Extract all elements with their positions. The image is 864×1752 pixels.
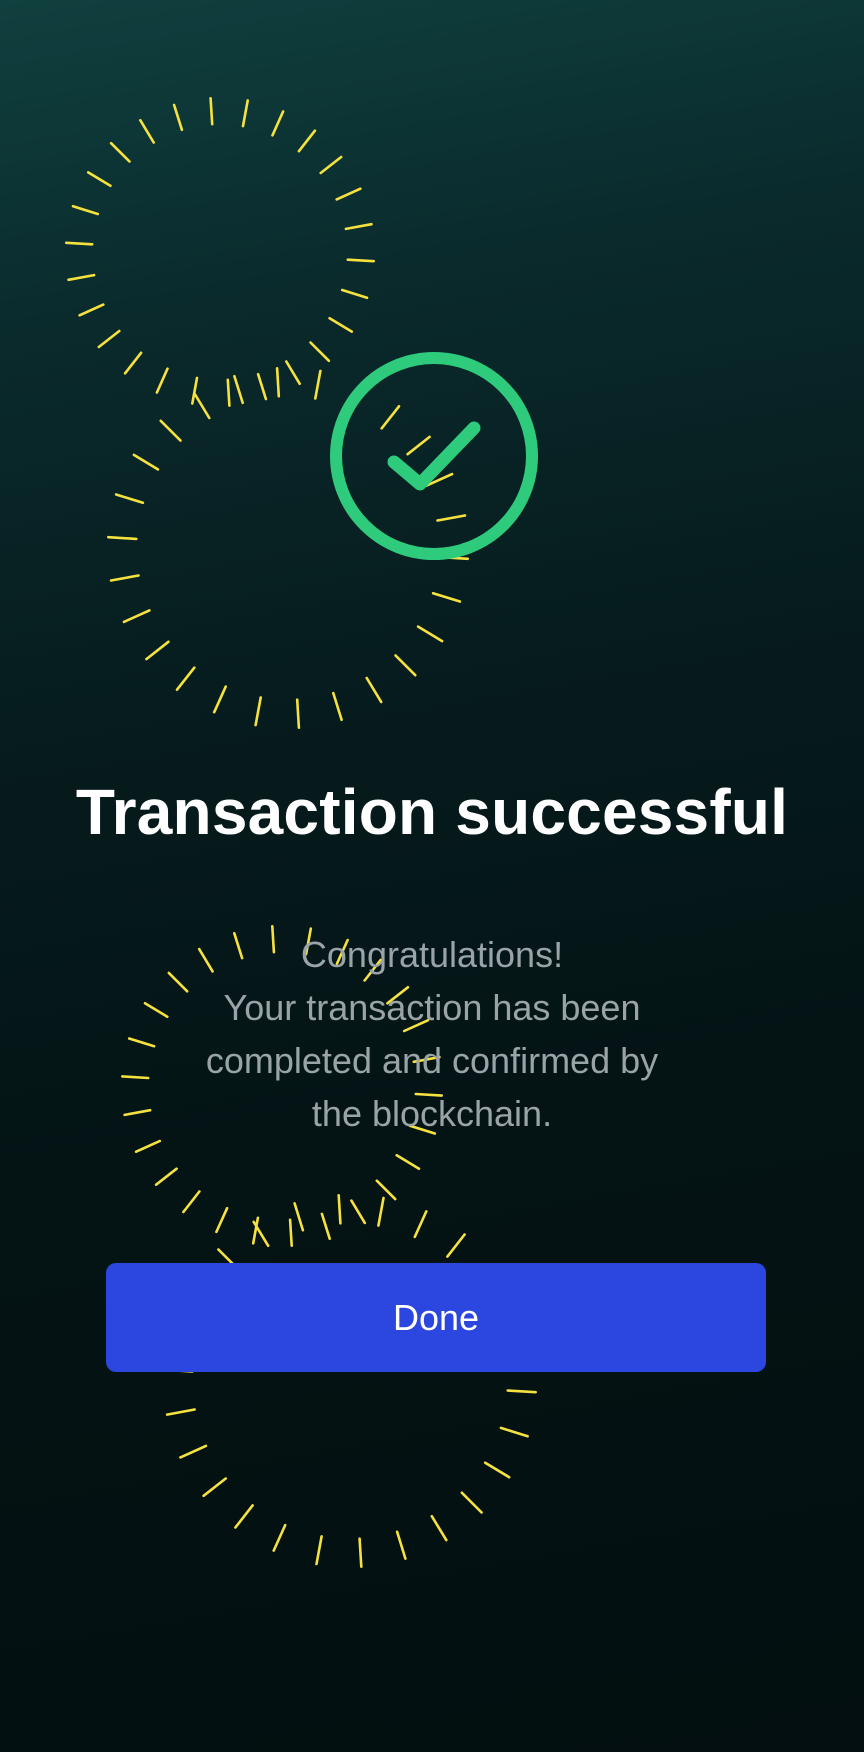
confetti-streak: [331, 691, 343, 722]
confetti-streak: [315, 1535, 323, 1566]
confetti-streak: [446, 1233, 466, 1258]
confetti-streak: [344, 222, 373, 231]
confetti-streak: [272, 1523, 287, 1552]
confetti-streak: [67, 273, 96, 282]
confetti-streak: [134, 1139, 162, 1153]
confetti-streak: [275, 366, 281, 398]
confetti-streak: [139, 118, 155, 144]
confetti-streak: [159, 419, 182, 442]
confetti-burst-icon: [65, 97, 538, 1568]
confetti-streak: [132, 453, 160, 471]
confetti-streak: [337, 1194, 342, 1225]
confetti-streak: [319, 155, 343, 175]
confetti-streak: [122, 609, 151, 624]
confetti-streak: [358, 1537, 363, 1568]
confetti-streak: [430, 1514, 448, 1542]
confetti-streak: [175, 666, 196, 692]
confetti-streak: [78, 303, 105, 317]
confetti-streak: [377, 1196, 385, 1227]
confetti-streak: [340, 288, 369, 300]
confetti-streak: [251, 1216, 260, 1245]
message-line: Your transaction has been: [223, 987, 641, 1028]
confetti-streak: [109, 141, 131, 163]
success-message: Congratulations! Your transaction has be…: [140, 928, 724, 1140]
check-circle-icon: [330, 352, 538, 560]
confetti-streak: [179, 1444, 208, 1459]
confetti-streak: [375, 1179, 397, 1201]
confetti-streak: [234, 1504, 254, 1529]
confetti-streak: [254, 696, 263, 727]
confetti-streak: [320, 1212, 332, 1240]
confetti-streak: [284, 360, 302, 386]
confetti-streak: [346, 258, 376, 263]
confetti-streak: [328, 316, 354, 333]
confetti-streak: [350, 1199, 367, 1225]
confetti-streak: [460, 1491, 483, 1514]
confetti-streak: [394, 654, 417, 677]
confetti-streak: [416, 625, 444, 643]
confetti-streak: [313, 369, 322, 400]
confetti-streak: [288, 1218, 294, 1247]
confetti-streak: [365, 676, 383, 704]
confetti-streak: [252, 1220, 270, 1248]
confetti-streak: [155, 367, 169, 394]
confetti-streak: [123, 351, 143, 375]
confetti-streak: [182, 1190, 201, 1214]
confetti-streak: [226, 378, 231, 408]
confetti-streak: [233, 374, 244, 405]
confetti-streak: [483, 1461, 511, 1479]
confetti-streak: [499, 1426, 529, 1438]
confetti-streak: [193, 392, 211, 420]
confetti-streak: [107, 535, 138, 541]
confetti-streak: [413, 1210, 428, 1239]
confetti-streak: [86, 171, 112, 188]
confetti-streak: [109, 574, 140, 582]
confetti-streak: [297, 129, 317, 153]
confetti-streak: [431, 591, 462, 603]
confetti-streak: [215, 1206, 229, 1234]
confetti-streak: [395, 1530, 407, 1560]
message-line: the blockchain.: [311, 1093, 553, 1134]
confetti-streak: [172, 103, 184, 132]
message-line: completed and confirmed by: [205, 1040, 659, 1081]
confetti-streak: [295, 698, 301, 730]
confetti-streak: [256, 372, 268, 401]
confetti-streak: [293, 1202, 305, 1232]
confetti-streak: [241, 99, 249, 128]
confetti-streak: [271, 110, 285, 137]
confetti-streak: [145, 640, 170, 661]
confetti-streak: [65, 241, 94, 246]
confetti-streak: [191, 376, 199, 405]
confetti-streak: [335, 187, 362, 201]
confetti-streak: [395, 1154, 421, 1170]
confetti-streak: [114, 493, 145, 505]
confetti-streak: [506, 1389, 538, 1394]
message-line: Congratulations!: [300, 934, 564, 975]
confetti-streak: [71, 204, 100, 216]
confetti-streak: [212, 685, 227, 714]
done-button[interactable]: Done: [106, 1263, 766, 1372]
confetti-streak: [154, 1167, 178, 1186]
page-title: Transaction successful: [75, 776, 789, 848]
confetti-streak: [165, 1408, 196, 1416]
confetti-streak: [202, 1477, 227, 1498]
confetti-streak: [209, 97, 214, 126]
confetti-streak: [97, 329, 121, 349]
